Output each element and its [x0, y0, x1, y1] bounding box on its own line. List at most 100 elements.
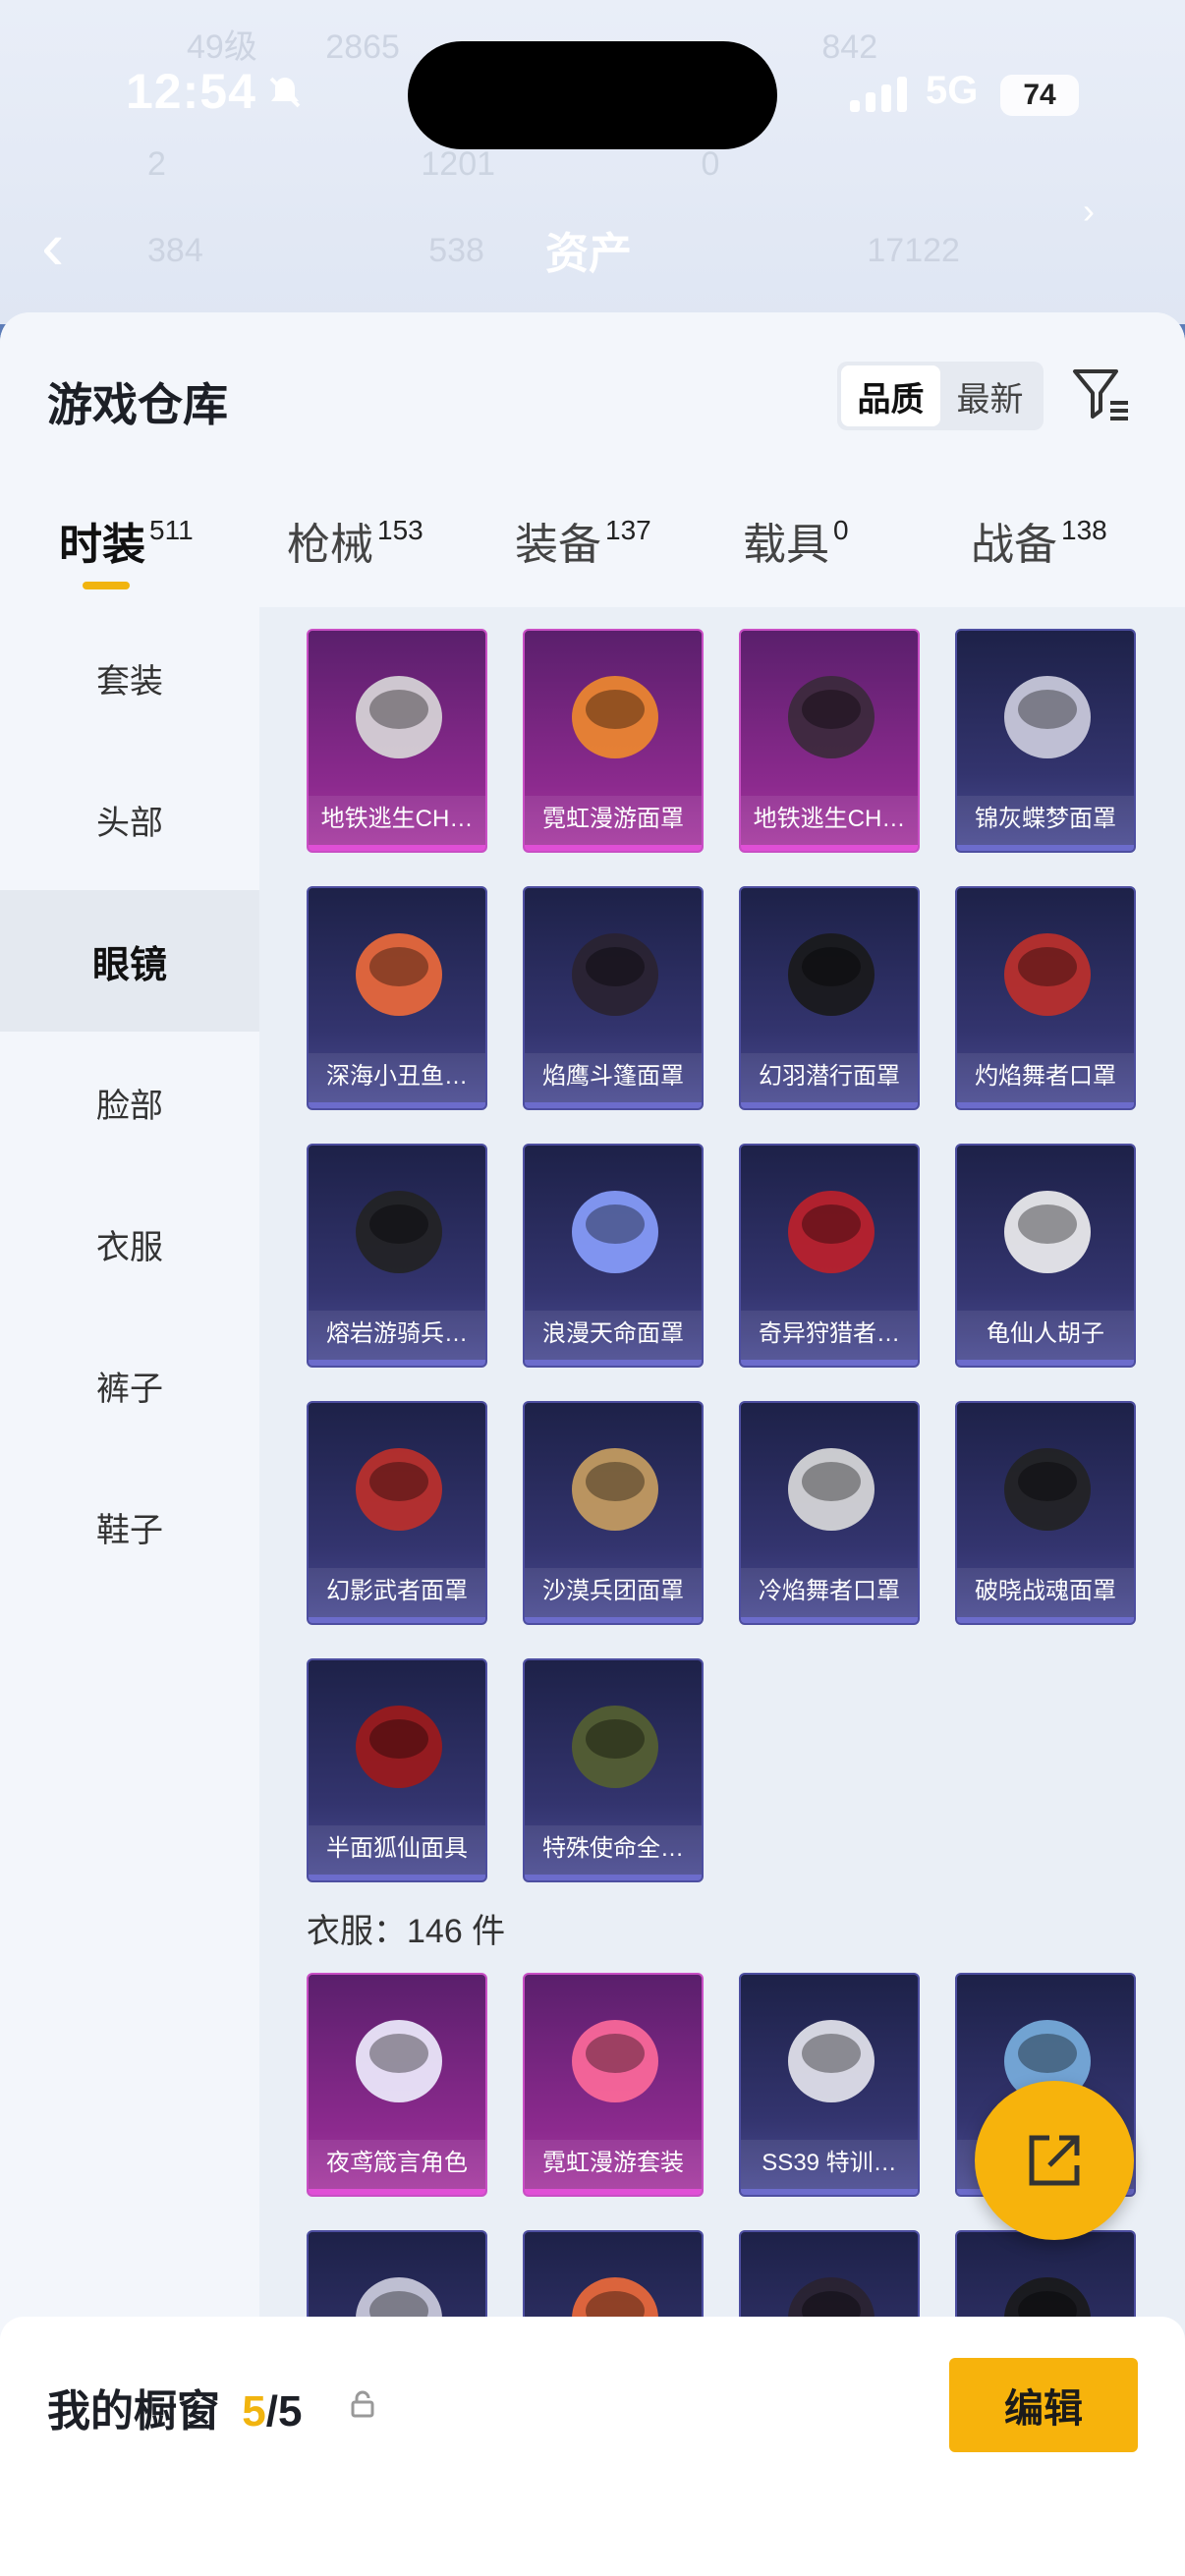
item-name: 半面狐仙面具	[309, 1825, 485, 1880]
sidebar-item-clothes[interactable]: 衣服	[0, 1173, 259, 1315]
item-card[interactable]: 龟仙人胡子	[955, 1144, 1136, 1368]
sidebar-item-shoes[interactable]: 鞋子	[0, 1456, 259, 1597]
tab-vehicles-label: 载具	[743, 521, 829, 569]
status-time: 12:54	[126, 64, 256, 119]
item-image	[336, 2000, 462, 2116]
bg-row3-b: 538	[428, 232, 484, 269]
back-button[interactable]: ‹	[41, 206, 64, 285]
bg-row3-c: 17122	[867, 232, 960, 269]
item-image	[768, 656, 894, 772]
item-image	[552, 2000, 678, 2116]
item-image	[336, 1428, 462, 1544]
item-name: 地铁逃生CH…	[309, 796, 485, 851]
item-image	[336, 656, 462, 772]
tab-guns-count: 153	[377, 515, 423, 545]
item-card[interactable]: 幻羽潜行面罩	[739, 886, 920, 1110]
item-card[interactable]: 半面狐仙面具	[307, 1658, 487, 1882]
signal-icon	[850, 77, 907, 112]
item-card[interactable]: 破晓战魂面罩	[955, 1401, 1136, 1625]
tab-gear-count: 138	[1061, 515, 1107, 545]
showcase-current: 5	[242, 2387, 266, 2436]
item-name: SS39 特训…	[741, 2140, 918, 2195]
item-name: 破晓战魂面罩	[957, 1568, 1134, 1623]
share-button[interactable]	[975, 2081, 1134, 2240]
item-card[interactable]: 沙漠兵团面罩	[523, 1401, 704, 1625]
filter-icon[interactable]	[1069, 362, 1134, 426]
item-name: 熔岩游骑兵…	[309, 1311, 485, 1366]
mute-bell-icon	[265, 73, 305, 122]
item-image	[985, 1171, 1110, 1287]
edit-button[interactable]: 编辑	[949, 2358, 1138, 2452]
showcase-bar: 我的橱窗 5/5 编辑	[0, 2317, 1185, 2576]
item-name: 焰鹰斗篷面罩	[525, 1053, 702, 1108]
item-image	[336, 1171, 462, 1287]
item-card[interactable]: 深海小丑鱼…	[307, 886, 487, 1110]
item-card[interactable]: 霓虹漫游套装	[523, 1973, 704, 2197]
tab-equipment[interactable]: 装备 137	[515, 509, 651, 607]
sidebar-item-outfit[interactable]: 套装	[0, 607, 259, 749]
sort-toggle: 品质 最新	[837, 362, 1044, 430]
item-card[interactable]: 地铁逃生CH…	[307, 629, 487, 853]
page-title: 资产	[545, 230, 632, 278]
item-image	[768, 914, 894, 1030]
item-card[interactable]: 焰鹰斗篷面罩	[523, 886, 704, 1110]
item-name: 深海小丑鱼…	[309, 1053, 485, 1108]
item-image	[985, 1428, 1110, 1544]
item-card[interactable]: 特殊使命全…	[523, 1658, 704, 1882]
item-card[interactable]: SS39 特训…	[739, 1973, 920, 2197]
item-image	[552, 1686, 678, 1802]
item-name: 霓虹漫游套装	[525, 2140, 702, 2195]
item-card[interactable]: 熔岩游骑兵…	[307, 1144, 487, 1368]
item-image	[768, 1428, 894, 1544]
sidebar-item-head[interactable]: 头部	[0, 749, 259, 890]
item-card[interactable]: 奇异狩猎者…	[739, 1144, 920, 1368]
status-bar: 12:54 5G 74	[0, 0, 1185, 196]
item-name: 沙漠兵团面罩	[525, 1568, 702, 1623]
battery-icon: 74	[1000, 75, 1079, 116]
item-name: 灼焰舞者口罩	[957, 1053, 1134, 1108]
item-image	[552, 914, 678, 1030]
export-icon	[1029, 2135, 1080, 2186]
item-name: 奇异狩猎者…	[741, 1311, 918, 1366]
item-card[interactable]: 冷焰舞者口罩	[739, 1401, 920, 1625]
tab-vehicles[interactable]: 载具 0	[743, 509, 849, 607]
tab-vehicles-count: 0	[833, 515, 849, 545]
item-image	[985, 656, 1110, 772]
item-name: 地铁逃生CH…	[741, 796, 918, 851]
tab-equipment-count: 137	[605, 515, 651, 545]
item-image	[336, 1686, 462, 1802]
item-name: 龟仙人胡子	[957, 1311, 1134, 1366]
clothes-section-label: 衣服：146 件	[307, 1913, 506, 1950]
tab-gear[interactable]: 战备 138	[971, 509, 1107, 607]
tab-equipment-label: 装备	[515, 521, 601, 569]
tab-gear-label: 战备	[971, 521, 1057, 569]
tab-guns[interactable]: 枪械 153	[287, 509, 423, 607]
item-card[interactable]: 幻影武者面罩	[307, 1401, 487, 1625]
item-card[interactable]: 锦灰蝶梦面罩	[955, 629, 1136, 853]
warehouse-sheet: 游戏仓库 品质 最新 时装 511 枪械 153 装备 137 载具 0 战备 138	[0, 312, 1185, 2576]
item-card[interactable]: 地铁逃生CH…	[739, 629, 920, 853]
item-card[interactable]: 霓虹漫游面罩	[523, 629, 704, 853]
tab-fashion-count: 511	[149, 515, 194, 545]
item-name: 霓虹漫游面罩	[525, 796, 702, 851]
tab-fashion[interactable]: 时装 511	[59, 509, 194, 607]
item-image	[552, 1428, 678, 1544]
warehouse-title: 游戏仓库	[47, 379, 228, 430]
sort-newest[interactable]: 最新	[940, 365, 1040, 426]
item-name: 锦灰蝶梦面罩	[957, 796, 1134, 851]
dynamic-island	[408, 41, 777, 149]
sidebar-item-face[interactable]: 脸部	[0, 1032, 259, 1173]
item-card[interactable]: 浪漫天命面罩	[523, 1144, 704, 1368]
item-name: 幻羽潜行面罩	[741, 1053, 918, 1108]
item-name: 幻影武者面罩	[309, 1568, 485, 1623]
item-image	[768, 2000, 894, 2116]
item-image	[985, 914, 1110, 1030]
sidebar-item-pants[interactable]: 裤子	[0, 1315, 259, 1456]
item-card[interactable]: 灼焰舞者口罩	[955, 886, 1136, 1110]
item-image	[336, 914, 462, 1030]
chevron-right-icon[interactable]: ›	[1083, 191, 1095, 232]
item-image	[552, 656, 678, 772]
item-card[interactable]: 夜鸢箴言角色	[307, 1973, 487, 2197]
sort-quality[interactable]: 品质	[841, 365, 940, 426]
sidebar-item-glasses[interactable]: 眼镜	[0, 890, 259, 1032]
